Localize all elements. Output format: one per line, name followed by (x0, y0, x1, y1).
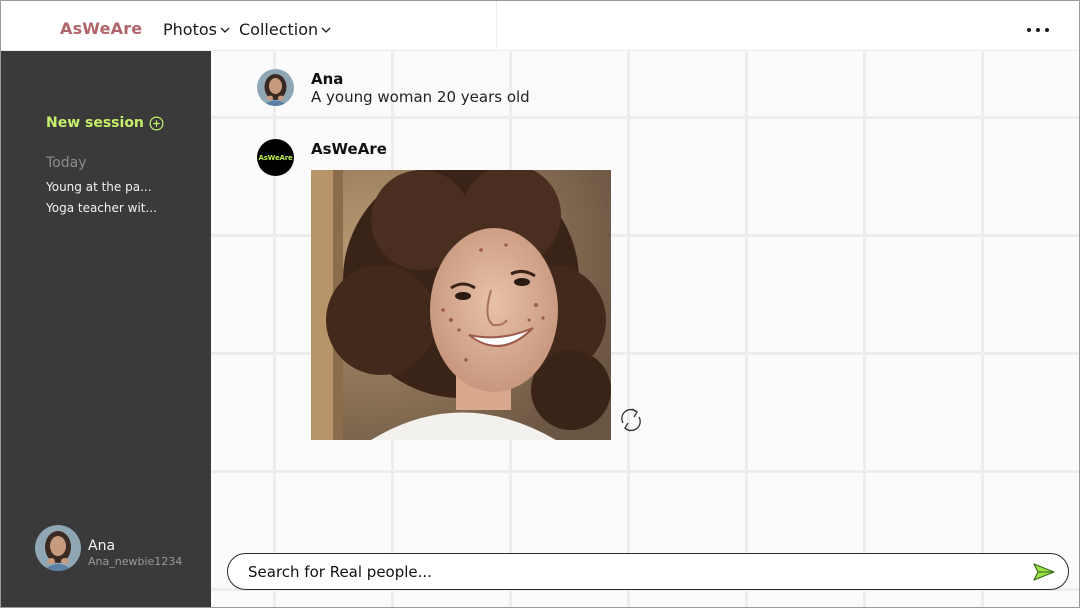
bot-avatar: AsWeAre (257, 139, 294, 176)
bot-avatar-text: AsWeAre (258, 153, 293, 162)
profile-handle: Ana_newbie1234 (88, 555, 183, 568)
refresh-icon[interactable] (617, 403, 645, 437)
send-icon[interactable] (1032, 562, 1056, 582)
generated-photo[interactable] (311, 170, 611, 440)
history-item[interactable]: Yoga teacher wit... (46, 201, 157, 215)
history-section-today: Today (46, 155, 87, 171)
nav-collection-dropdown[interactable]: Collection (239, 20, 331, 39)
message-text: A young woman 20 years old (311, 88, 530, 106)
chevron-down-icon (321, 27, 331, 33)
chat-area: Ana A young woman 20 years old AsWeAre A… (211, 51, 1079, 607)
avatar (257, 69, 294, 106)
profile-name: Ana (88, 538, 116, 554)
message-author: Ana (311, 70, 344, 88)
search-bar (227, 553, 1069, 590)
nav-collection-label: Collection (239, 20, 319, 39)
nav-photos-dropdown[interactable]: Photos (163, 20, 230, 39)
search-input[interactable] (248, 561, 1008, 583)
new-session-label: New session (46, 115, 144, 131)
sidebar: New session Today Young at the pa... Yog… (1, 51, 211, 607)
message-author: AsWeAre (311, 140, 387, 158)
new-session-button[interactable]: New session (46, 115, 164, 131)
nav-photos-label: Photos (163, 20, 217, 39)
history-item[interactable]: Young at the pa... (46, 180, 152, 194)
more-icon[interactable] (1027, 25, 1049, 35)
header-divider (496, 1, 497, 51)
top-header: AsWeAre Photos Collection (1, 1, 1079, 51)
user-profile[interactable]: Ana Ana_newbie1234 (35, 525, 205, 575)
brand-logo[interactable]: AsWeAre (60, 19, 142, 38)
plus-circle-icon (149, 116, 164, 130)
avatar (35, 525, 81, 571)
chevron-down-icon (220, 27, 230, 33)
app-window: AsWeAre Photos Collection New session To… (0, 0, 1080, 608)
